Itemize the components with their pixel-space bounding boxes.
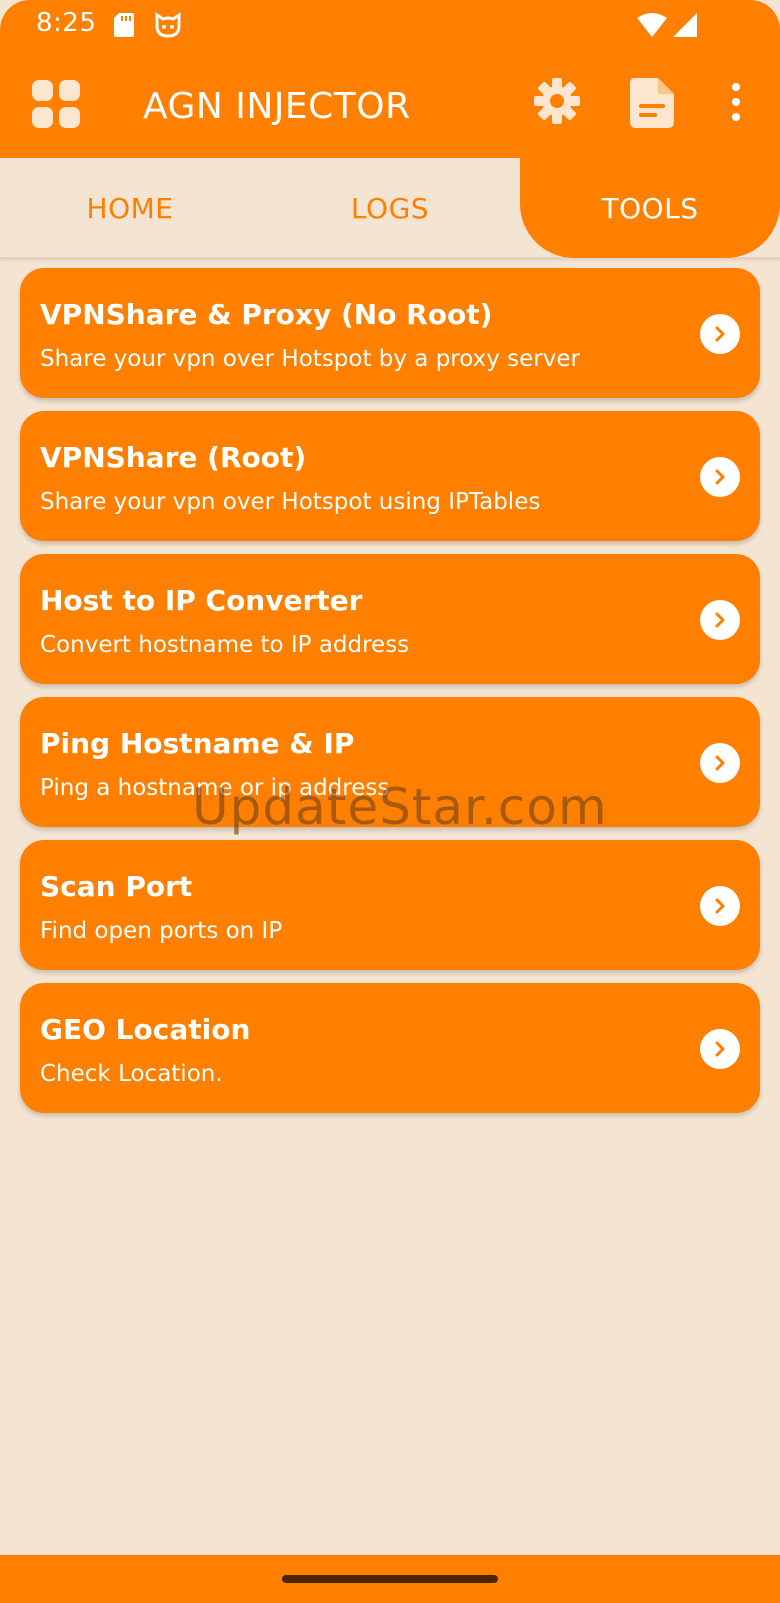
cat-icon [155,12,181,38]
tool-card-scan-port[interactable]: Scan Port Find open ports on IP [20,840,760,970]
tool-subtitle: Ping a hostname or ip address [40,775,390,801]
gear-icon[interactable] [532,76,582,126]
chevron-right-icon [700,743,740,783]
tab-logs[interactable]: LOGS [260,158,520,258]
chevron-right-icon [700,314,740,354]
more-vert-icon[interactable] [726,82,746,122]
status-time: 8:25 [36,8,97,38]
tool-subtitle: Find open ports on IP [40,918,283,944]
tool-card-geo-location[interactable]: GEO Location Check Location. [20,983,760,1113]
signal-icon [673,13,697,37]
tab-home[interactable]: HOME [0,158,260,258]
document-icon[interactable] [630,78,674,128]
tool-subtitle: Share your vpn over Hotspot by a proxy s… [40,346,580,372]
phone-screen: 8:25 AGN INJECTOR HOME LOGS TOOLS VPNSha… [0,0,780,1603]
app-title: AGN INJECTOR [143,86,411,127]
apps-grid-icon[interactable] [30,78,82,130]
home-gesture-handle[interactable] [282,1575,498,1583]
tool-subtitle: Check Location. [40,1061,223,1087]
tool-card-ping[interactable]: Ping Hostname & IP Ping a hostname or ip… [20,697,760,827]
sd-card-icon [114,13,134,37]
chevron-right-icon [700,1029,740,1069]
tool-title: VPNShare & Proxy (No Root) [40,298,493,331]
tool-title: Host to IP Converter [40,584,363,617]
chevron-right-icon [700,886,740,926]
chevron-right-icon [700,457,740,497]
app-bar: AGN INJECTOR [0,60,780,150]
tool-card-vpnshare-root[interactable]: VPNShare (Root) Share your vpn over Hots… [20,411,760,541]
tab-tools[interactable]: TOOLS [520,158,780,258]
chevron-right-icon [700,600,740,640]
status-bar: 8:25 [0,0,780,50]
tools-list: VPNShare & Proxy (No Root) Share your vp… [20,268,760,1126]
wifi-icon [637,13,667,37]
tool-subtitle: Convert hostname to IP address [40,632,410,658]
tool-title: Ping Hostname & IP [40,727,355,760]
tool-title: VPNShare (Root) [40,441,307,474]
tool-subtitle: Share your vpn over Hotspot using IPTabl… [40,489,541,515]
tool-card-vpnshare-proxy[interactable]: VPNShare & Proxy (No Root) Share your vp… [20,268,760,398]
tool-title: GEO Location [40,1013,251,1046]
tool-card-host-to-ip[interactable]: Host to IP Converter Convert hostname to… [20,554,760,684]
tool-title: Scan Port [40,870,193,903]
